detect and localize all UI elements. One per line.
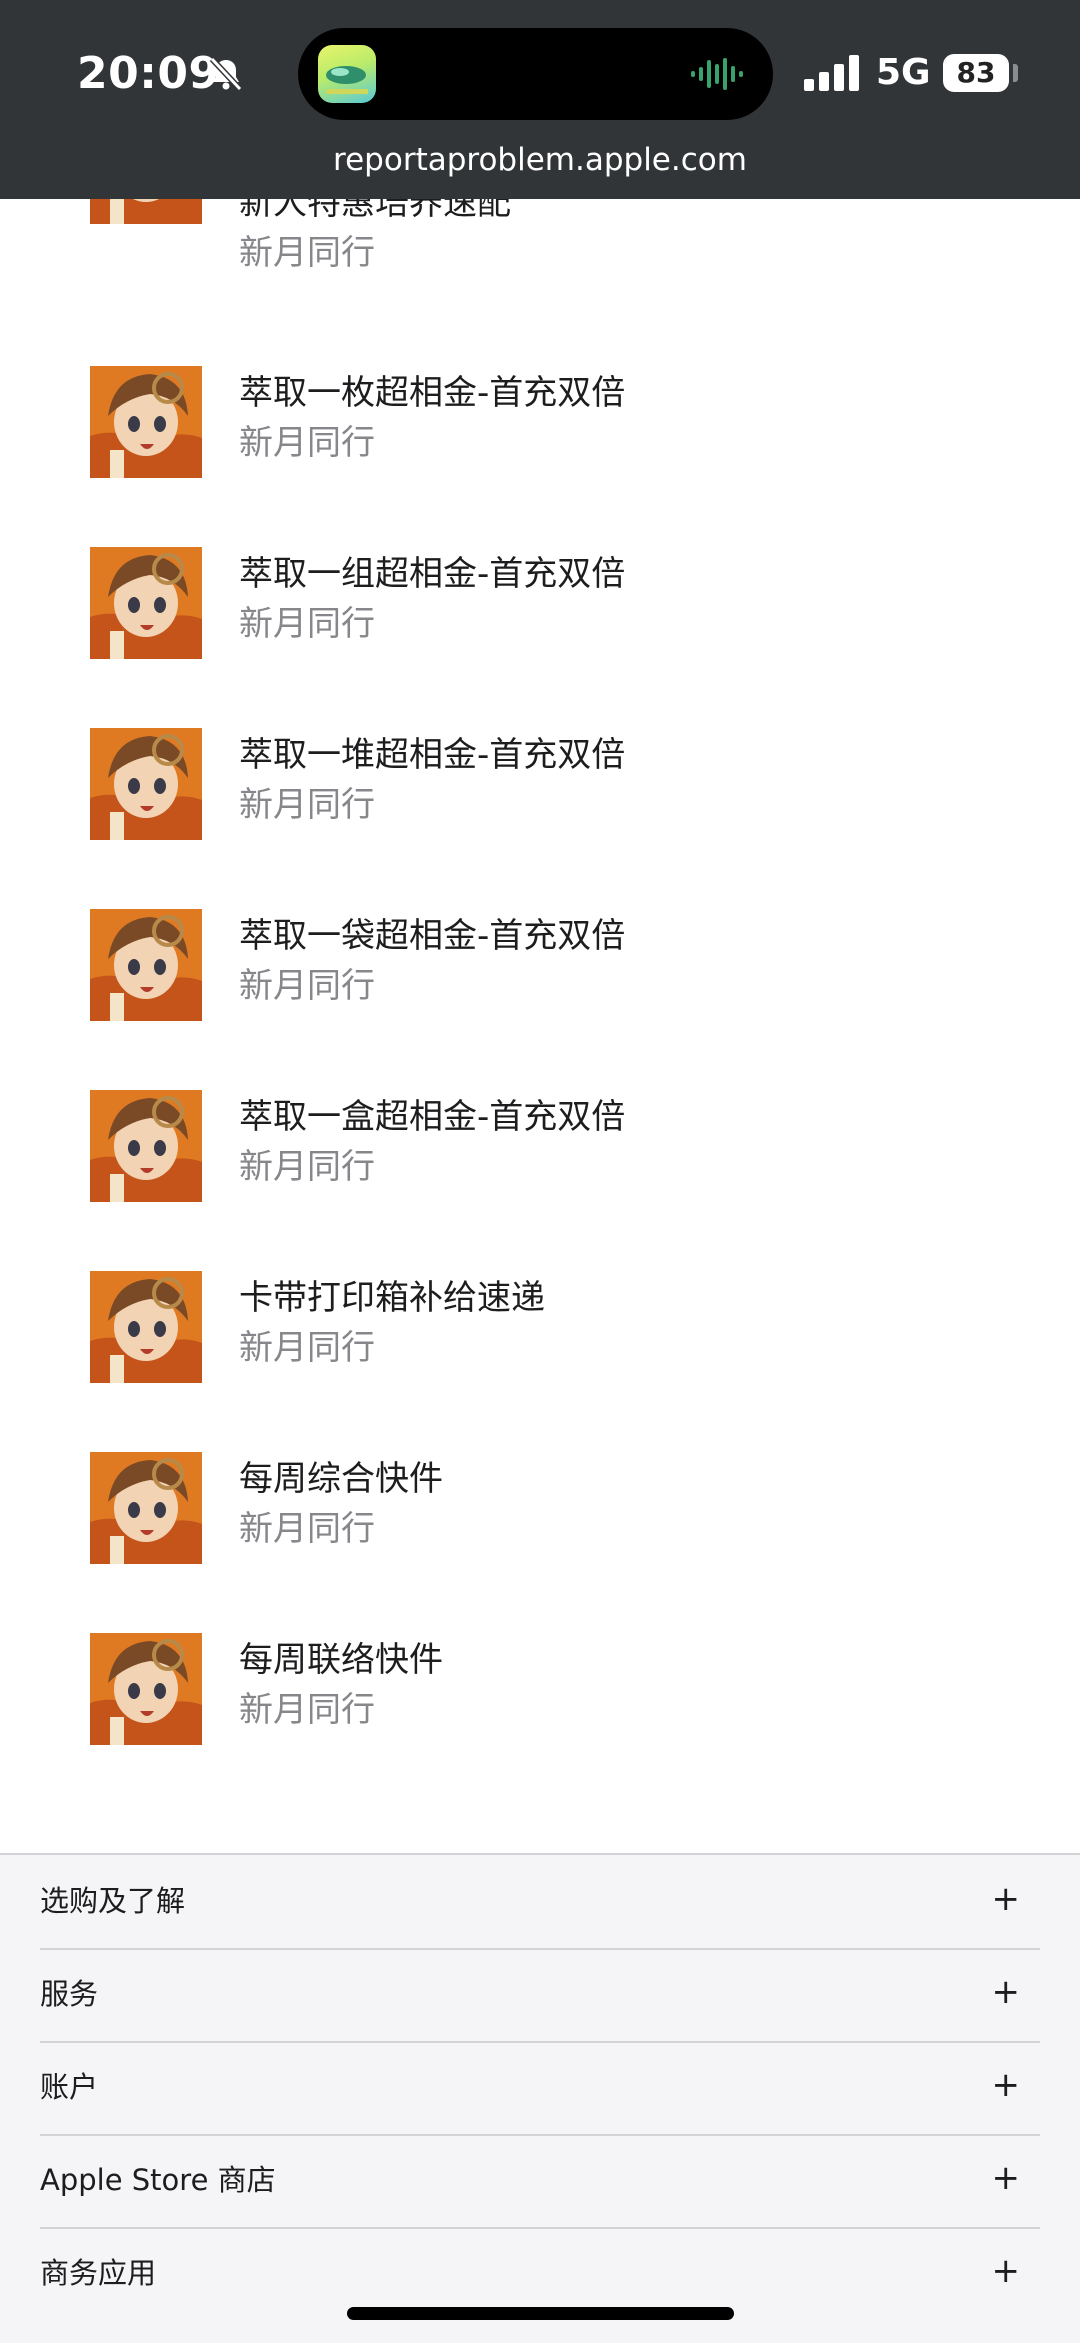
purchase-title: 萃取一袋超相金-首充双倍 — [239, 916, 626, 956]
app-icon[interactable] — [318, 45, 376, 103]
battery-icon: 83 — [943, 54, 1009, 92]
home-indicator[interactable] — [347, 2307, 734, 2320]
purchase-app-name: 新月同行 — [239, 423, 375, 463]
expand-plus-icon[interactable]: + — [992, 1877, 1021, 1921]
expand-plus-icon[interactable]: + — [992, 2249, 1021, 2293]
app-thumbnail — [90, 1271, 202, 1383]
bell-slash-icon — [209, 56, 243, 92]
purchase-app-name: 新月同行 — [239, 604, 375, 644]
purchase-item[interactable]: 每周联络快件 新月同行 — [0, 1633, 1080, 1745]
purchase-title: 萃取一枚超相金-首充双倍 — [239, 373, 626, 413]
purchase-app-name: 新月同行 — [239, 785, 375, 825]
battery-cap — [1013, 64, 1018, 82]
footer-section-services[interactable]: 服务 + — [40, 1948, 1040, 2043]
purchase-app-name: 新月同行 — [239, 1690, 375, 1730]
footer-section-label: 商务应用 — [40, 2256, 157, 2290]
browser-top-bar: 20:09 5G 83 reportaproblem.apple.com — [0, 0, 1080, 199]
purchase-item[interactable]: 萃取一组超相金-首充双倍 新月同行 — [0, 547, 1080, 659]
purchase-title: 每周联络快件 — [239, 1640, 443, 1680]
footer-section-account[interactable]: 账户 + — [40, 2041, 1040, 2136]
expand-plus-icon[interactable]: + — [992, 1970, 1021, 2014]
footer-section-label: Apple Store 商店 — [40, 2163, 276, 2197]
purchase-item[interactable]: 每周综合快件 新月同行 — [0, 1452, 1080, 1564]
purchase-title: 萃取一堆超相金-首充双倍 — [239, 735, 626, 775]
purchase-app-name: 新月同行 — [239, 233, 375, 273]
purchase-item[interactable]: 新人特惠培养速配 新月同行 — [0, 112, 1080, 296]
app-thumbnail — [90, 1633, 202, 1745]
network-type: 5G — [876, 52, 931, 93]
footer-section-apple-store[interactable]: Apple Store 商店 + — [40, 2134, 1040, 2229]
purchase-title: 萃取一组超相金-首充双倍 — [239, 554, 626, 594]
purchase-item[interactable]: 萃取一枚超相金-首充双倍 新月同行 — [0, 366, 1080, 478]
status-time: 20:09 — [77, 48, 220, 99]
app-thumbnail — [90, 1090, 202, 1202]
cellular-signal-icon — [804, 55, 859, 91]
url-bar[interactable]: reportaproblem.apple.com — [0, 140, 1080, 180]
footer-nav: 选购及了解 + 服务 + 账户 + Apple Store 商店 + 商务应用 … — [0, 1853, 1080, 2343]
app-thumbnail — [90, 366, 202, 478]
purchase-item[interactable]: 卡带打印箱补给速递 新月同行 — [0, 1271, 1080, 1383]
expand-plus-icon[interactable]: + — [992, 2063, 1021, 2107]
app-thumbnail — [90, 728, 202, 840]
dynamic-island[interactable] — [298, 28, 773, 120]
expand-plus-icon[interactable]: + — [992, 2156, 1021, 2200]
purchase-title: 每周综合快件 — [239, 1459, 443, 1499]
purchase-app-name: 新月同行 — [239, 1328, 375, 1368]
purchase-title: 萃取一盒超相金-首充双倍 — [239, 1097, 626, 1137]
app-thumbnail — [90, 909, 202, 1021]
app-thumbnail — [90, 1452, 202, 1564]
footer-section-label: 服务 — [40, 1977, 99, 2011]
purchase-app-name: 新月同行 — [239, 1147, 375, 1187]
footer-section-label: 账户 — [40, 2070, 99, 2104]
purchase-app-name: 新月同行 — [239, 1509, 375, 1549]
footer-section-shop[interactable]: 选购及了解 + — [40, 1855, 1040, 1950]
purchase-app-name: 新月同行 — [239, 966, 375, 1006]
purchase-item[interactable]: 萃取一盒超相金-首充双倍 新月同行 — [0, 1090, 1080, 1202]
purchase-item[interactable]: 萃取一堆超相金-首充双倍 新月同行 — [0, 728, 1080, 840]
footer-section-label: 选购及了解 — [40, 1884, 186, 1918]
purchase-title: 卡带打印箱补给速递 — [239, 1278, 545, 1318]
audio-waveform-icon — [691, 58, 743, 90]
app-thumbnail — [90, 547, 202, 659]
purchase-item[interactable]: 萃取一袋超相金-首充双倍 新月同行 — [0, 909, 1080, 1021]
